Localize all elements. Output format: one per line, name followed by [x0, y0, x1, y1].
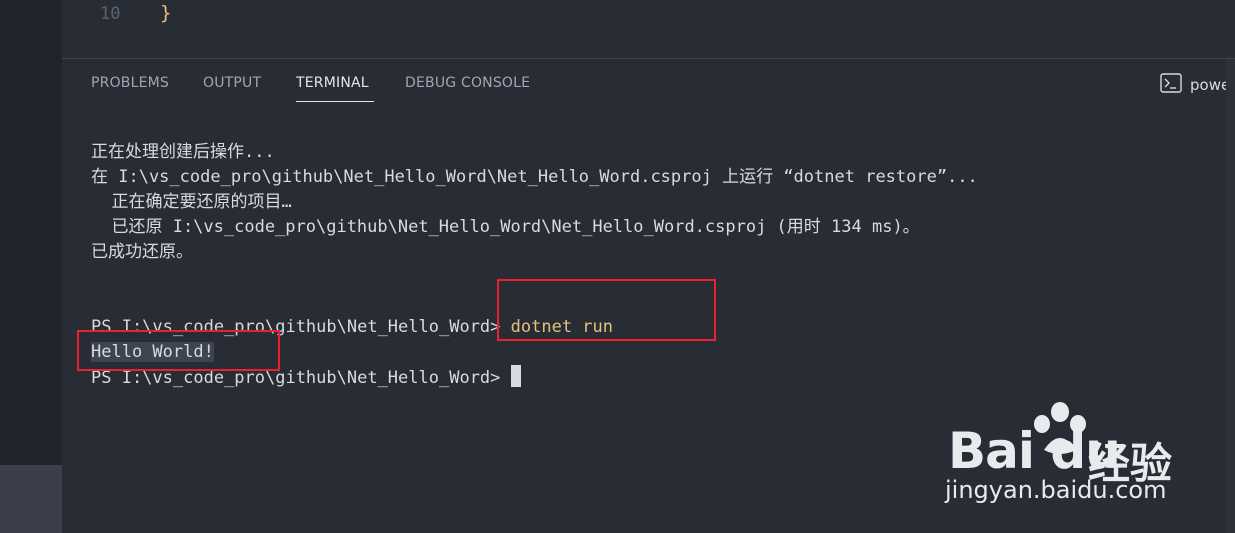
editor-area[interactable]: 10 } — [62, 0, 1235, 59]
tab-debug-console[interactable]: DEBUG CONSOLE — [405, 75, 530, 91]
annotation-box-command — [497, 279, 716, 341]
tab-terminal[interactable]: TERMINAL — [296, 75, 369, 91]
tab-output[interactable]: OUTPUT — [203, 75, 261, 91]
line-number: 10 — [100, 4, 121, 24]
terminal-line: 已成功还原。 — [91, 242, 193, 262]
watermark-url: jingyan.baidu.com — [945, 476, 1167, 504]
activity-bar — [0, 0, 62, 533]
terminal-line: 已还原 I:\vs_code_pro\github\Net_Hello_Word… — [91, 217, 920, 237]
panel-tab-bar: PROBLEMS OUTPUT TERMINAL DEBUG CONSOLE — [62, 59, 1235, 109]
panel-scrollbar[interactable] — [1226, 59, 1235, 533]
tab-problems[interactable]: PROBLEMS — [91, 75, 169, 91]
baidu-jingyan-watermark: Bai du 经验 jingyan.baidu.com — [940, 400, 1180, 510]
active-tab-indicator — [296, 101, 374, 102]
terminal-line: 在 I:\vs_code_pro\github\Net_Hello_Word\N… — [91, 167, 978, 187]
annotation-box-output — [77, 330, 280, 371]
code-line: } — [160, 2, 172, 24]
terminal-line: 正在确定要还原的项目… — [91, 192, 292, 212]
terminal-icon — [1160, 73, 1182, 93]
terminal-prompt: PS I:\vs_code_pro\github\Net_Hello_Word> — [91, 368, 511, 388]
terminal-line: 正在处理创建后操作... — [91, 142, 275, 162]
activity-bar-lower — [0, 465, 62, 533]
terminal-cursor — [510, 365, 521, 387]
